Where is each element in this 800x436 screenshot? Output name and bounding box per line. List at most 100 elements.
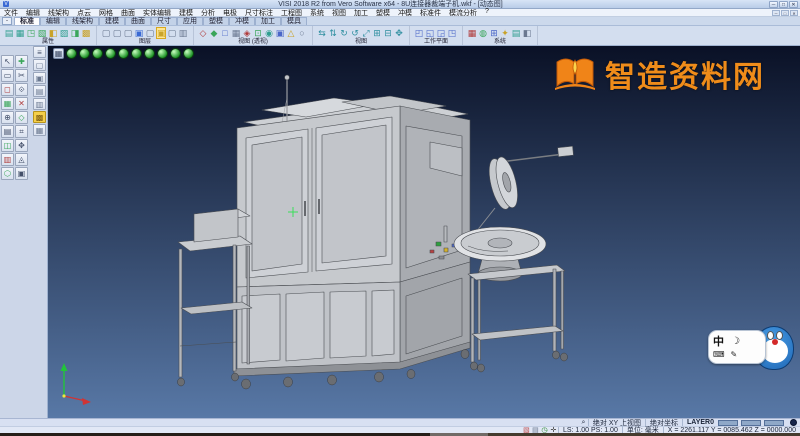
ribbon-icon[interactable]: ↺ [350, 27, 360, 39]
view-orientation-icon[interactable] [157, 48, 168, 59]
window-control-button[interactable]: ✕ [789, 1, 798, 8]
menu-item[interactable]: 工程图 [277, 8, 306, 18]
ribbon-icon[interactable]: ▦ [467, 27, 477, 39]
ribbon-icon[interactable]: ▣ [275, 27, 285, 39]
view-orientation-icon[interactable] [144, 48, 155, 59]
ime-moon-icon[interactable]: ☽ [731, 336, 740, 347]
ribbon-icon[interactable]: ✥ [394, 27, 404, 39]
status-indicator-box[interactable] [764, 420, 784, 426]
ribbon-icon[interactable]: ▢ [167, 27, 177, 39]
ribbon-icon[interactable]: △ [286, 27, 296, 39]
tool-icon[interactable]: ⟐ [15, 83, 28, 96]
tool-icon[interactable]: ⬡ [1, 167, 14, 180]
toolbar-collapse-button[interactable]: - [2, 17, 12, 25]
ribbon-icon[interactable]: ▦ [231, 27, 241, 39]
toolbar-tab[interactable]: 塑模 [203, 17, 229, 25]
menu-item[interactable]: 文件 [0, 8, 22, 18]
tool-icon[interactable]: ✚ [15, 55, 28, 68]
tool-icon[interactable]: ▣ [15, 167, 28, 180]
ribbon-icon[interactable]: ▧ [37, 27, 47, 39]
toolbar-tab[interactable]: 曲面 [125, 17, 151, 25]
view-orientation-icon[interactable] [131, 48, 142, 59]
tool-icon[interactable]: ▥ [33, 98, 46, 110]
ribbon-icon[interactable]: ⊞ [489, 27, 499, 39]
menu-item[interactable]: 建模 [175, 8, 197, 18]
tool-icon[interactable]: ▥ [1, 153, 14, 166]
toolbar-tab[interactable]: 尺寸 [151, 17, 177, 25]
menu-item[interactable]: 实体编辑 [139, 8, 175, 18]
ribbon-icon[interactable]: ▤ [4, 27, 14, 39]
ribbon-icon[interactable]: □ [220, 27, 230, 39]
tool-icon[interactable]: ◇ [15, 111, 28, 124]
ribbon-icon[interactable]: ◰ [414, 27, 424, 39]
menu-item[interactable]: 曲面 [117, 8, 139, 18]
ribbon-icon[interactable]: ○ [297, 27, 307, 39]
ribbon-icon[interactable]: ▢ [101, 27, 111, 39]
ribbon-icon[interactable]: ◱ [425, 27, 435, 39]
ribbon-icon[interactable]: ◧ [522, 27, 532, 39]
menu-item[interactable]: 系统 [306, 8, 328, 18]
menu-item[interactable]: 加工 [350, 8, 372, 18]
tool-icon[interactable]: ◬ [15, 153, 28, 166]
ribbon-icon[interactable]: ▢ [123, 27, 133, 39]
window-control-button[interactable]: ─ [769, 1, 778, 8]
toolbar-tab[interactable]: 编辑 [40, 17, 66, 25]
toolbar-tab[interactable]: 标准 [14, 17, 40, 25]
view-orientation-icon[interactable] [79, 48, 90, 59]
status-indicator-box[interactable] [718, 420, 738, 426]
ribbon-icon[interactable]: ▢ [112, 27, 122, 39]
tool-icon[interactable]: ✥ [15, 139, 28, 152]
tool-icon[interactable]: ▤ [33, 85, 46, 97]
toolbar-tab[interactable]: 应用 [177, 17, 203, 25]
view-orientation-icon[interactable] [170, 48, 181, 59]
toolbar-tab[interactable]: 线架构 [66, 17, 99, 25]
ribbon-icon[interactable]: ▦ [15, 27, 25, 39]
ime-keyboard-icon[interactable]: ⌨ [713, 350, 725, 359]
3d-viewport[interactable]: ▦ 智造资料网 中 ☽ ⌨ [48, 46, 800, 418]
menu-item[interactable]: 线架构 [44, 8, 73, 18]
view-orientation-icon[interactable] [66, 48, 77, 59]
menu-item[interactable]: 冲模 [394, 8, 416, 18]
tool-icon[interactable]: ⌗ [15, 125, 28, 138]
tool-icon[interactable]: ▢ [33, 59, 46, 71]
toolbar-tab[interactable]: 模具 [281, 17, 307, 25]
ribbon-icon[interactable]: ▤ [511, 27, 521, 39]
ime-mode-button[interactable]: 中 [713, 333, 724, 349]
tool-icon[interactable]: ↖ [1, 55, 14, 68]
ribbon-icon[interactable]: ⊞ [372, 27, 382, 39]
ime-pen-icon[interactable]: ✎ [731, 350, 738, 359]
ribbon-icon[interactable]: ⊟ [383, 27, 393, 39]
menu-item[interactable]: 模流分析 [445, 8, 481, 18]
menu-item[interactable]: 网格 [95, 8, 117, 18]
menu-item[interactable]: 点云 [73, 8, 95, 18]
tool-icon[interactable]: ▦ [1, 97, 14, 110]
window-control-button[interactable]: □ [779, 1, 788, 8]
ribbon-icon[interactable]: ◍ [478, 27, 488, 39]
menu-item[interactable]: 视图 [328, 8, 350, 18]
view-orientation-icon[interactable] [118, 48, 129, 59]
view-orientation-icon[interactable] [92, 48, 103, 59]
tool-icon[interactable]: ⊕ [1, 111, 14, 124]
ribbon-icon[interactable]: ▥ [178, 27, 188, 39]
tool-icon[interactable]: ▦ [33, 124, 46, 136]
machine-model[interactable] [48, 46, 800, 418]
status-indicator-box[interactable] [741, 420, 761, 426]
menu-item[interactable]: 标准件 [416, 8, 445, 18]
ribbon-icon[interactable]: ⊡ [253, 27, 263, 39]
ribbon-icon[interactable]: ◈ [242, 27, 252, 39]
ribbon-icon[interactable]: ◇ [198, 27, 208, 39]
ribbon-icon[interactable]: ◧ [48, 27, 58, 39]
ribbon-icon[interactable]: ⤢ [361, 27, 371, 39]
tool-icon[interactable]: ✂ [15, 69, 28, 82]
ribbon-icon[interactable]: ▣ [134, 27, 144, 39]
child-window-control-button[interactable]: ✕ [790, 10, 798, 16]
tool-icon[interactable]: ▩ [33, 111, 46, 123]
ribbon-icon[interactable]: ⇆ [317, 27, 327, 39]
tool-icon[interactable]: ✕ [15, 97, 28, 110]
ribbon-icon[interactable]: ⇅ [328, 27, 338, 39]
view-orientation-icon[interactable]: ▦ [53, 48, 64, 59]
tool-icon[interactable]: ▭ [1, 69, 14, 82]
ribbon-icon[interactable]: ↻ [339, 27, 349, 39]
ribbon-icon[interactable]: ▨ [59, 27, 69, 39]
tool-icon[interactable]: ◻ [1, 83, 14, 96]
